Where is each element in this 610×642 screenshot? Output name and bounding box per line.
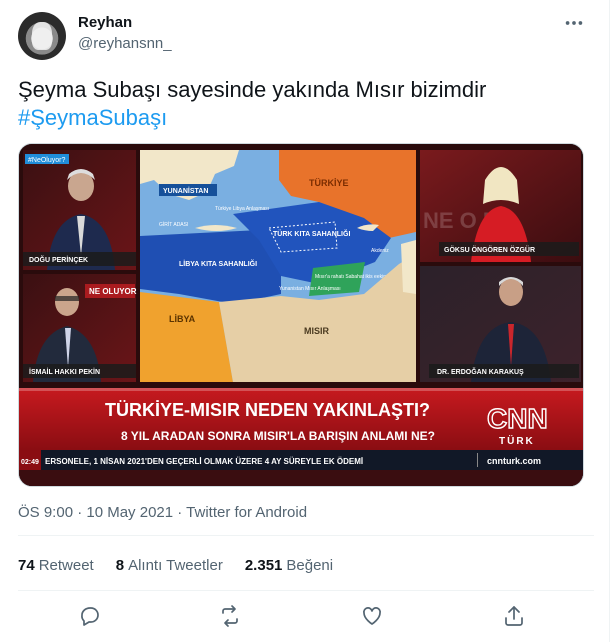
like-icon[interactable] xyxy=(360,604,386,630)
author-name[interactable]: Reyhan xyxy=(78,14,132,31)
like-stat[interactable]: 2.351 Beğeni xyxy=(245,557,333,574)
tweet-meta[interactable]: ÖS 9:00 · 10 May 2021 · Twitter for Andr… xyxy=(18,504,307,521)
avatar[interactable] xyxy=(18,12,66,60)
ticker-bar: 02:49 ERSONELE, 1 NİSAN 2021'DEN GEÇERLİ… xyxy=(19,450,583,470)
tweet-stats: 74 Retweet 8 Alıntı Tweetler 2.351 Beğeni xyxy=(18,557,333,574)
map-turkiye: TÜRKİYE xyxy=(309,178,349,188)
tweet-media[interactable]: #NeOluyor? DOĞU PERİNÇEK NE OLUYOR İSMAİ… xyxy=(18,143,584,487)
panel-bottom-right: DR. ERDOĞAN KARAKUŞ xyxy=(420,266,581,382)
retweet-count: 74 xyxy=(18,557,35,574)
speaker-top-left: DOĞU PERİNÇEK xyxy=(29,255,88,264)
speaker-top-right: GÖKSU ÖNGÖREN ÖZGÜR xyxy=(444,245,535,254)
tag-top-left: #NeOluyor? xyxy=(28,157,65,164)
retweet-stat[interactable]: 74 Retweet xyxy=(18,557,94,574)
map-libya-kita: LİBYA KITA SAHANLIĞI xyxy=(179,259,257,268)
map-misir: MISIR xyxy=(304,326,330,336)
author-handle[interactable]: @reyhansnn_ xyxy=(78,35,172,52)
divider-top xyxy=(18,535,594,536)
tweet-text: Şeyma Subaşı sayesinde yakında Mısır biz… xyxy=(18,76,593,132)
map-turkiye-libya: Türkiye Libya Anlaşması xyxy=(215,206,269,212)
map-libya: LİBYA xyxy=(169,314,196,324)
quote-count: 8 xyxy=(115,557,125,574)
ticker-text: ERSONELE, 1 NİSAN 2021'DEN GEÇERLİ OLMAK… xyxy=(45,457,363,466)
cnn-logo-sub: TÜRK xyxy=(499,434,535,447)
reply-icon[interactable] xyxy=(78,604,104,630)
share-icon[interactable] xyxy=(502,604,528,630)
retweet-label: Retweet xyxy=(38,557,94,574)
like-count: 2.351 xyxy=(244,557,283,574)
cnn-logo: CNN xyxy=(487,403,548,434)
speaker-bottom-left: İSMAİL HAKKI PEKİN xyxy=(29,368,100,376)
map-panel: TÜRKİYE YUNANİSTAN GİRİT ADASI LİBYA KIT… xyxy=(140,150,416,382)
tweet-card: Reyhan @reyhansnn_ Şeyma Subaşı sayesind… xyxy=(0,0,610,642)
hashtag-link[interactable]: #ŞeymaSubaşı xyxy=(18,104,593,132)
more-dots-icon[interactable] xyxy=(563,12,585,34)
quote-label: Alıntı Tweetler xyxy=(128,557,223,574)
panel-bottom-left: NE OLUYOR İSMAİL HAKKI PEKİN xyxy=(23,274,137,382)
panel-top-right: NE O NE GÖKSU ÖNGÖREN ÖZGÜR xyxy=(420,150,581,262)
panel-top-left: #NeOluyor? DOĞU PERİNÇEK xyxy=(23,150,136,270)
like-label: Beğeni xyxy=(286,557,334,574)
speaker-bottom-right: DR. ERDOĞAN KARAKUŞ xyxy=(437,367,524,376)
channel-url: cnnturk.com xyxy=(487,456,541,466)
action-bar xyxy=(18,602,594,632)
ticker-time: 02:49 xyxy=(21,459,39,466)
headline-text: TÜRKİYE-MISIR NEDEN YAKINLAŞTI? xyxy=(105,400,430,420)
map-girit: GİRİT ADASI xyxy=(159,221,188,228)
map-turk-kita: TÜRK KITA SAHANLIĞI xyxy=(273,229,350,238)
divider-bottom xyxy=(18,590,594,591)
headline-band: TÜRKİYE-MISIR NEDEN YAKINLAŞTI? 8 YIL AR… xyxy=(19,388,583,450)
quote-stat[interactable]: 8 Alıntı Tweetler xyxy=(116,557,223,574)
ne-oluyor-label: NE OLUYOR xyxy=(89,287,137,296)
retweet-icon[interactable] xyxy=(218,604,244,630)
map-yunanistan-libya: Yunanistan Mısır Anlaşması xyxy=(279,286,341,292)
map-yunanistan: YUNANİSTAN xyxy=(163,187,208,195)
tweet-body: Şeyma Subaşı sayesinde yakında Mısır biz… xyxy=(18,77,487,102)
map-akdeniz: Akdeniz xyxy=(371,248,389,254)
subheadline-text: 8 YIL ARADAN SONRA MISIR'LA BARIŞIN ANLA… xyxy=(121,429,435,443)
